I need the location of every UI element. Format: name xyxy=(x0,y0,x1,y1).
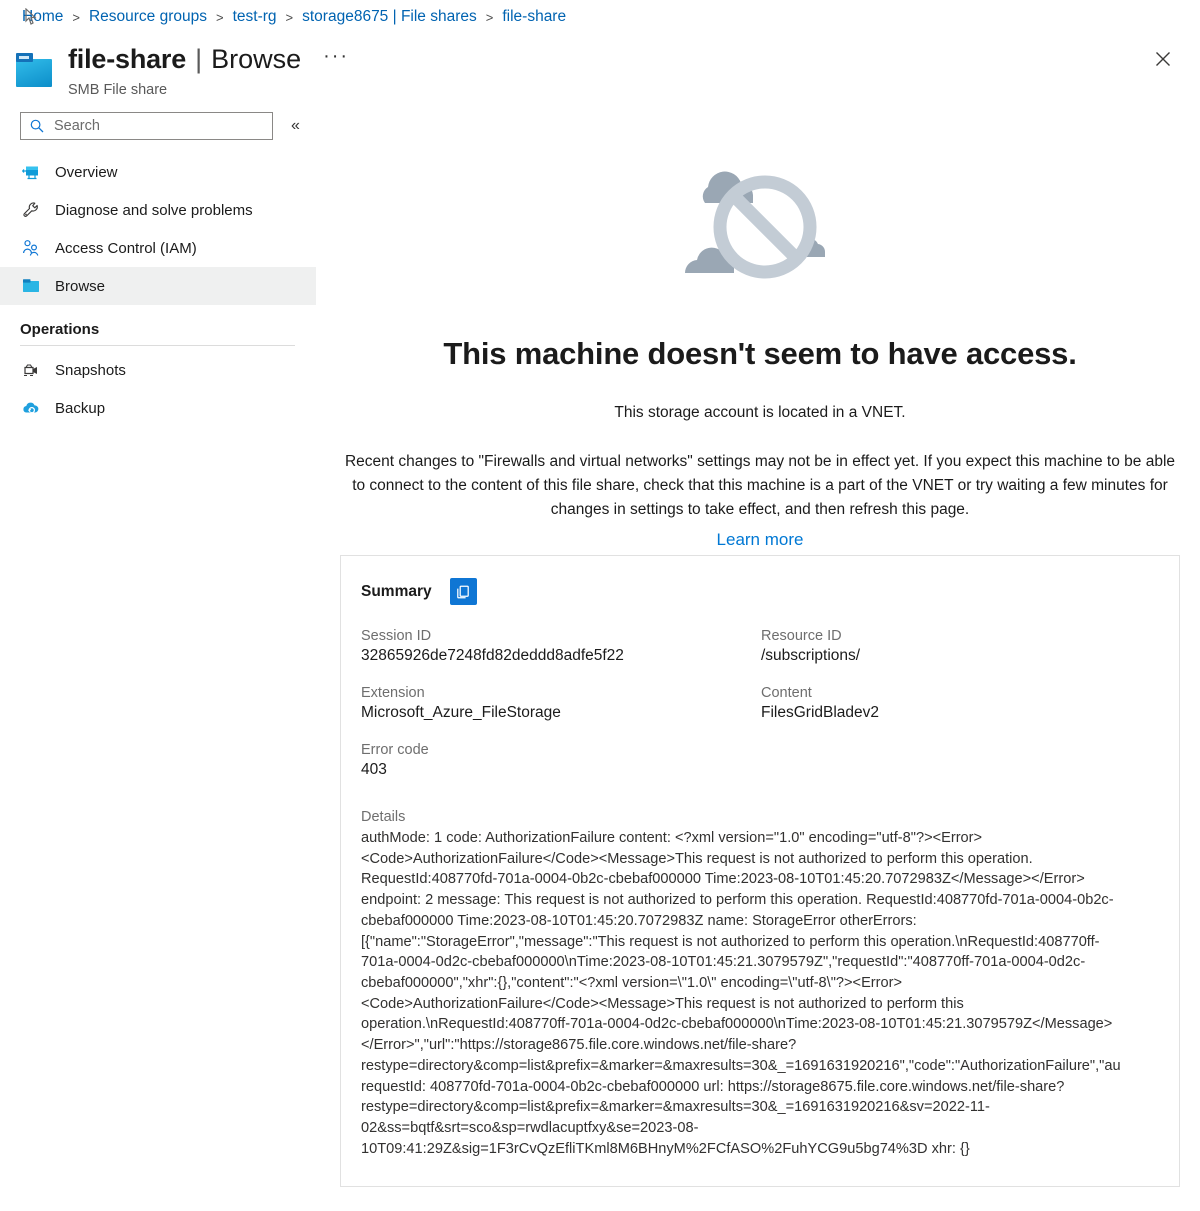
wrench-icon xyxy=(20,199,42,221)
field-label: Error code xyxy=(361,742,429,758)
overview-monitor-icon xyxy=(20,161,42,183)
breadcrumb-item-file-share[interactable]: file-share xyxy=(502,8,566,26)
error-subheading: This storage account is located in a VNE… xyxy=(614,404,906,421)
snapshots-icon xyxy=(20,359,42,381)
summary-panel-header: Summary xyxy=(361,578,1159,605)
error-body-text: Recent changes to "Firewalls and virtual… xyxy=(344,453,1176,519)
error-hero: This machine doesn't seem to have access… xyxy=(320,138,1200,550)
error-heading: This machine doesn't seem to have access… xyxy=(443,336,1077,371)
copy-icon xyxy=(457,585,469,598)
sidebar-search-row: « xyxy=(0,112,320,140)
field-value: 403 xyxy=(361,761,387,778)
page-subtitle-name: Browse xyxy=(211,43,302,74)
field-value: Microsoft_Azure_FileStorage xyxy=(361,704,561,721)
summary-field-extension: Extension Microsoft_Azure_FileStorage xyxy=(361,685,761,722)
sidebar-item-snapshots[interactable]: Snapshots xyxy=(0,351,316,389)
sidebar-item-browse[interactable]: Browse xyxy=(0,267,316,305)
breadcrumb-separator: > xyxy=(485,9,494,25)
close-blade-button[interactable] xyxy=(1148,44,1178,74)
breadcrumb-separator: > xyxy=(72,9,80,25)
field-label: Extension xyxy=(361,685,425,701)
field-value: /subscriptions/ xyxy=(761,647,861,664)
search-input[interactable] xyxy=(52,117,264,135)
more-options-button[interactable]: ··· xyxy=(319,42,353,76)
summary-fields: Session ID 32865926de7248fd82deddd8adfe5… xyxy=(361,628,1159,779)
sidebar-item-label: Backup xyxy=(55,399,106,417)
people-icon xyxy=(20,237,42,259)
field-label: Content xyxy=(761,685,812,701)
sidebar-item-diagnose-and-solve-problems[interactable]: Diagnose and solve problems xyxy=(0,191,316,229)
breadcrumb-separator: > xyxy=(216,9,224,25)
breadcrumb: Home > Resource groups > test-rg > stora… xyxy=(22,8,566,26)
cloud-backup-icon xyxy=(20,397,42,419)
summary-field-error-code: Error code 403 xyxy=(361,742,761,779)
copy-summary-button[interactable] xyxy=(449,578,477,605)
summary-details: Details authMode: 1 code: AuthorizationF… xyxy=(361,809,1159,1160)
learn-more-link[interactable]: Learn more xyxy=(717,530,804,550)
search-icon xyxy=(30,119,44,133)
sidebar-group-divider xyxy=(20,345,295,346)
close-icon xyxy=(1156,52,1170,66)
sidebar: « Overview xyxy=(0,112,320,427)
cursor-pointer-icon xyxy=(25,8,37,25)
title-separator: | xyxy=(195,43,203,74)
sidebar-item-label: Overview xyxy=(55,163,118,181)
field-value: 32865926de7248fd82deddd8adfe5f22 xyxy=(361,647,624,664)
breadcrumb-item-test-rg[interactable]: test-rg xyxy=(233,8,277,26)
summary-title: Summary xyxy=(361,582,432,600)
sidebar-item-label: Snapshots xyxy=(55,361,126,379)
sidebar-item-label: Diagnose and solve problems xyxy=(55,201,253,219)
sidebar-item-access-control-iam[interactable]: Access Control (IAM) xyxy=(0,229,316,267)
breadcrumb-separator: > xyxy=(285,9,294,25)
details-label: Details xyxy=(361,809,406,825)
sidebar-item-label: Browse xyxy=(55,277,106,295)
sidebar-nav-list: Overview Diagnose and solve problems Acc… xyxy=(0,153,320,305)
summary-panel: Summary Session ID 32865926de7248fd82ded… xyxy=(340,555,1180,1187)
field-label: Resource ID xyxy=(761,628,842,644)
sidebar-item-label: Access Control (IAM) xyxy=(55,239,197,257)
search-box[interactable] xyxy=(20,112,273,140)
page-title-block: file-share | Browse ··· SMB File share xyxy=(14,42,353,98)
breadcrumb-item-storage-file-shares[interactable]: storage8675 | File shares xyxy=(302,8,477,26)
summary-field-content: Content FilesGridBladev2 xyxy=(761,685,1159,722)
sidebar-operations-list: Snapshots Backup xyxy=(0,351,320,427)
folder-icon xyxy=(20,275,42,297)
file-share-folder-icon xyxy=(14,50,54,90)
page-title: file-share xyxy=(68,43,187,74)
field-value: FilesGridBladev2 xyxy=(761,704,880,721)
sidebar-item-overview[interactable]: Overview xyxy=(0,153,316,191)
no-access-clouds-icon xyxy=(320,138,1200,298)
details-text: authMode: 1 code: AuthorizationFailure c… xyxy=(361,830,1121,1157)
main-content: This machine doesn't seem to have access… xyxy=(320,112,1200,1211)
field-label: Session ID xyxy=(361,628,432,644)
summary-field-session-id: Session ID 32865926de7248fd82deddd8adfe5… xyxy=(361,628,761,665)
sidebar-item-backup[interactable]: Backup xyxy=(0,389,316,427)
breadcrumb-item-resource-groups[interactable]: Resource groups xyxy=(89,8,207,26)
collapse-sidebar-button[interactable]: « xyxy=(287,114,304,138)
summary-field-resource-id: Resource ID /subscriptions/ xyxy=(761,628,1159,665)
sidebar-group-title: Operations xyxy=(20,321,100,338)
sidebar-group-operations: Operations xyxy=(0,321,316,346)
resource-type-label: SMB File share xyxy=(68,82,168,98)
azure-portal-blade: Home > Resource groups > test-rg > stora… xyxy=(0,0,1200,1211)
